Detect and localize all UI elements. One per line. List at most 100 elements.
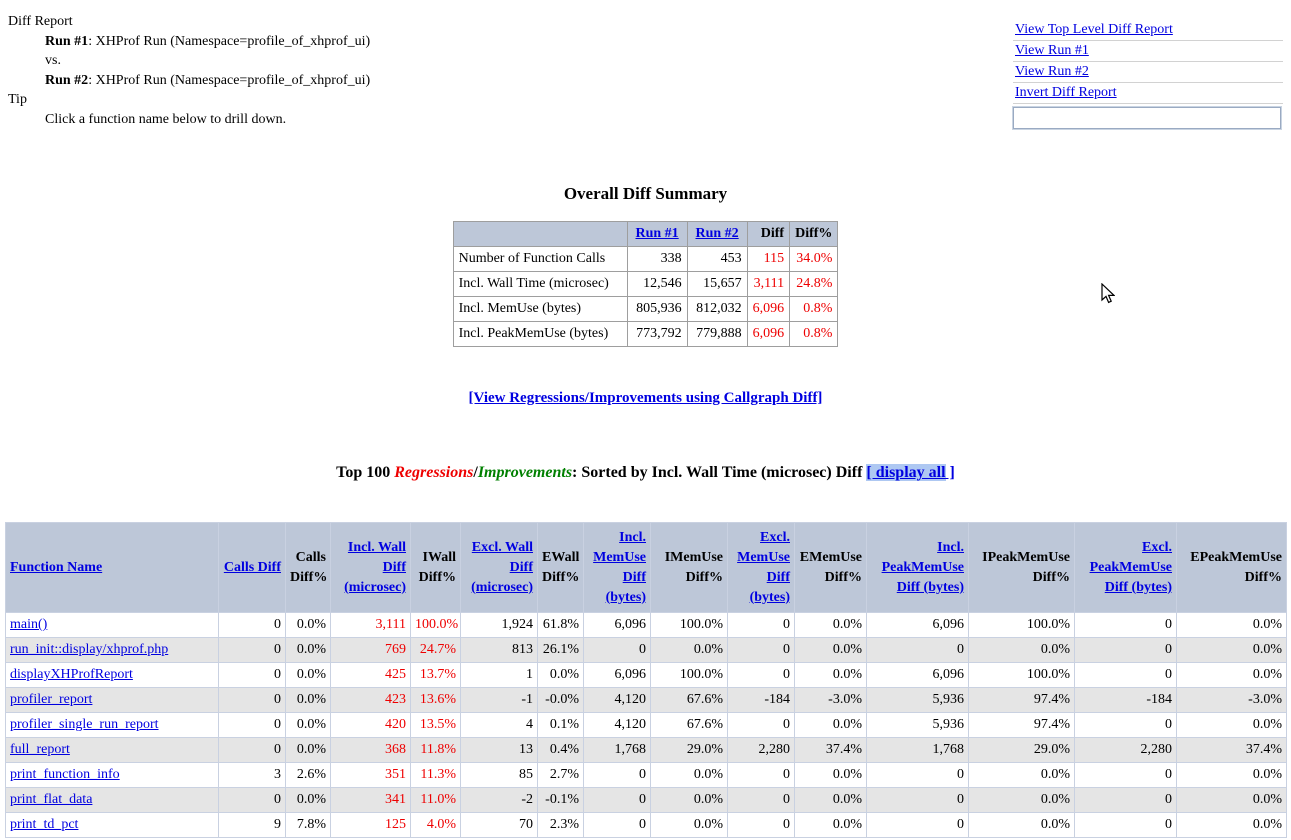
metric-cell: 0 — [728, 613, 795, 638]
improvements-label: Improvements — [478, 464, 572, 481]
metric-cell: 0 — [1075, 713, 1177, 738]
metric-cell: 0 — [1075, 613, 1177, 638]
metric-cell: 1,768 — [867, 738, 969, 763]
view-run2-link[interactable]: View Run #2 — [1015, 64, 1089, 79]
summary-metric: Number of Function Calls — [453, 247, 627, 272]
sort-function-name-link[interactable]: Function Name — [10, 560, 102, 575]
sort-excl-peakmemuse-diff-link[interactable]: Excl. PeakMemUse Diff (bytes) — [1090, 540, 1172, 595]
function-name-cell: print_flat_data — [6, 788, 219, 813]
display-all-link[interactable]: [ display all ] — [866, 464, 954, 481]
function-link[interactable]: run_init::display/xhprof.php — [10, 642, 168, 657]
metric-cell: 0.0% — [795, 788, 867, 813]
col-excl-peakmemuse-diff: Excl. PeakMemUse Diff (bytes) — [1075, 523, 1177, 613]
metric-cell: 6,096 — [584, 613, 651, 638]
function-link[interactable]: print_td_pct — [10, 817, 78, 832]
page-header-area: Diff Report Run #1: XHProf Run (Namespac… — [0, 0, 1291, 150]
metric-cell: 26.1% — [538, 638, 584, 663]
metric-cell: 13.5% — [411, 713, 461, 738]
metric-cell: 0.0% — [651, 763, 728, 788]
sort-calls-diff-link[interactable]: Calls Diff — [224, 560, 281, 575]
summary-header-row: Run #1 Run #2 Diff Diff% — [453, 222, 838, 247]
summary-row: Incl. MemUse (bytes) 805,936 812,032 6,0… — [453, 297, 838, 322]
metric-cell: 24.7% — [411, 638, 461, 663]
col-calls-diffpct: Calls Diff% — [286, 523, 331, 613]
sort-excl-memuse-diff-link[interactable]: Excl. MemUse Diff (bytes) — [737, 530, 790, 605]
summary-row: Incl. Wall Time (microsec) 12,546 15,657… — [453, 272, 838, 297]
metric-cell: 0.0% — [795, 713, 867, 738]
metric-cell: 37.4% — [1177, 738, 1287, 763]
metric-cell: 100.0% — [969, 663, 1075, 688]
metric-cell: 11.0% — [411, 788, 461, 813]
metric-cell: 11.8% — [411, 738, 461, 763]
function-link[interactable]: print_function_info — [10, 767, 120, 782]
metric-cell: 0 — [1075, 788, 1177, 813]
summary-run1-value: 338 — [627, 247, 687, 272]
metric-cell: 7.8% — [286, 813, 331, 838]
view-run1-link[interactable]: View Run #1 — [1015, 43, 1089, 58]
metric-cell: 0 — [728, 638, 795, 663]
run2-description: : XHProf Run (Namespace=profile_of_xhpro… — [88, 73, 370, 88]
function-link[interactable]: profiler_report — [10, 692, 92, 707]
run1-label: Run #1 — [45, 34, 88, 49]
metric-cell: 0.0% — [286, 788, 331, 813]
summary-run2-value: 15,657 — [687, 272, 747, 297]
function-link[interactable]: full_report — [10, 742, 70, 757]
summary-diff-value: 3,111 — [747, 272, 790, 297]
function-name-cell: profiler_report — [6, 688, 219, 713]
function-name-cell: full_report — [6, 738, 219, 763]
function-link[interactable]: profiler_single_run_report — [10, 717, 159, 732]
metric-cell: 1,924 — [461, 613, 538, 638]
view-callgraph-diff-link[interactable]: [View Regressions/Improvements using Cal… — [469, 390, 823, 406]
run-search-input[interactable] — [1013, 107, 1281, 129]
metric-cell: 0.0% — [286, 688, 331, 713]
metric-cell: 0.0% — [795, 663, 867, 688]
report-title: Diff Report — [8, 12, 370, 32]
nav-links-panel: View Top Level Diff Report View Run #1 V… — [1013, 20, 1283, 129]
metric-cell: 0.0% — [1177, 813, 1287, 838]
function-table-header-row: Function Name Calls Diff Calls Diff% Inc… — [6, 523, 1287, 613]
metric-cell: 0.0% — [1177, 638, 1287, 663]
col-excl-memuse-diff: Excl. MemUse Diff (bytes) — [728, 523, 795, 613]
summary-run1-value: 12,546 — [627, 272, 687, 297]
table-row: print_function_info32.6%35111.3%852.7%00… — [6, 763, 1287, 788]
function-link[interactable]: main() — [10, 617, 47, 632]
function-link[interactable]: print_flat_data — [10, 792, 92, 807]
metric-cell: 1 — [461, 663, 538, 688]
table-row: print_td_pct97.8%1254.0%702.3%00.0%00.0%… — [6, 813, 1287, 838]
function-name-cell: displayXHProfReport — [6, 663, 219, 688]
run2-label: Run #2 — [45, 73, 88, 88]
metric-cell: 97.4% — [969, 688, 1075, 713]
sort-incl-memuse-diff-link[interactable]: Incl. MemUse Diff (bytes) — [593, 530, 646, 605]
summary-diff-value: 6,096 — [747, 322, 790, 347]
invert-diff-report-link[interactable]: Invert Diff Report — [1015, 85, 1117, 100]
summary-diffpct-value: 0.8% — [790, 297, 838, 322]
metric-cell: 6,096 — [867, 613, 969, 638]
metric-cell: 0 — [219, 638, 286, 663]
metric-cell: -0.1% — [538, 788, 584, 813]
summary-diff-value: 115 — [747, 247, 790, 272]
run1-header-link[interactable]: Run #1 — [635, 226, 678, 241]
run1-description: : XHProf Run (Namespace=profile_of_xhpro… — [88, 34, 370, 49]
col-function-name: Function Name — [6, 523, 219, 613]
metric-cell: -1 — [461, 688, 538, 713]
table-row: main()00.0%3,111100.0%1,92461.8%6,096100… — [6, 613, 1287, 638]
metric-cell: 125 — [331, 813, 411, 838]
metric-cell: 0 — [867, 813, 969, 838]
metric-cell: 0.0% — [1177, 613, 1287, 638]
sort-incl-peakmemuse-diff-link[interactable]: Incl. PeakMemUse Diff (bytes) — [882, 540, 964, 595]
metric-cell: 0.0% — [286, 663, 331, 688]
metric-cell: 0.0% — [1177, 713, 1287, 738]
metric-cell: 2.6% — [286, 763, 331, 788]
function-link[interactable]: displayXHProfReport — [10, 667, 133, 682]
metric-cell: 70 — [461, 813, 538, 838]
nav-row: View Run #1 — [1013, 41, 1283, 62]
metric-cell: 0 — [219, 613, 286, 638]
run2-header-link[interactable]: Run #2 — [695, 226, 738, 241]
sort-incl-wall-diff-link[interactable]: Incl. Wall Diff (microsec) — [344, 540, 406, 595]
metric-cell: 0 — [728, 788, 795, 813]
view-top-level-diff-report-link[interactable]: View Top Level Diff Report — [1015, 22, 1173, 37]
summary-run1-value: 805,936 — [627, 297, 687, 322]
metric-cell: -184 — [728, 688, 795, 713]
sort-excl-wall-diff-link[interactable]: Excl. Wall Diff (microsec) — [471, 540, 533, 595]
metric-cell: 0.0% — [286, 638, 331, 663]
